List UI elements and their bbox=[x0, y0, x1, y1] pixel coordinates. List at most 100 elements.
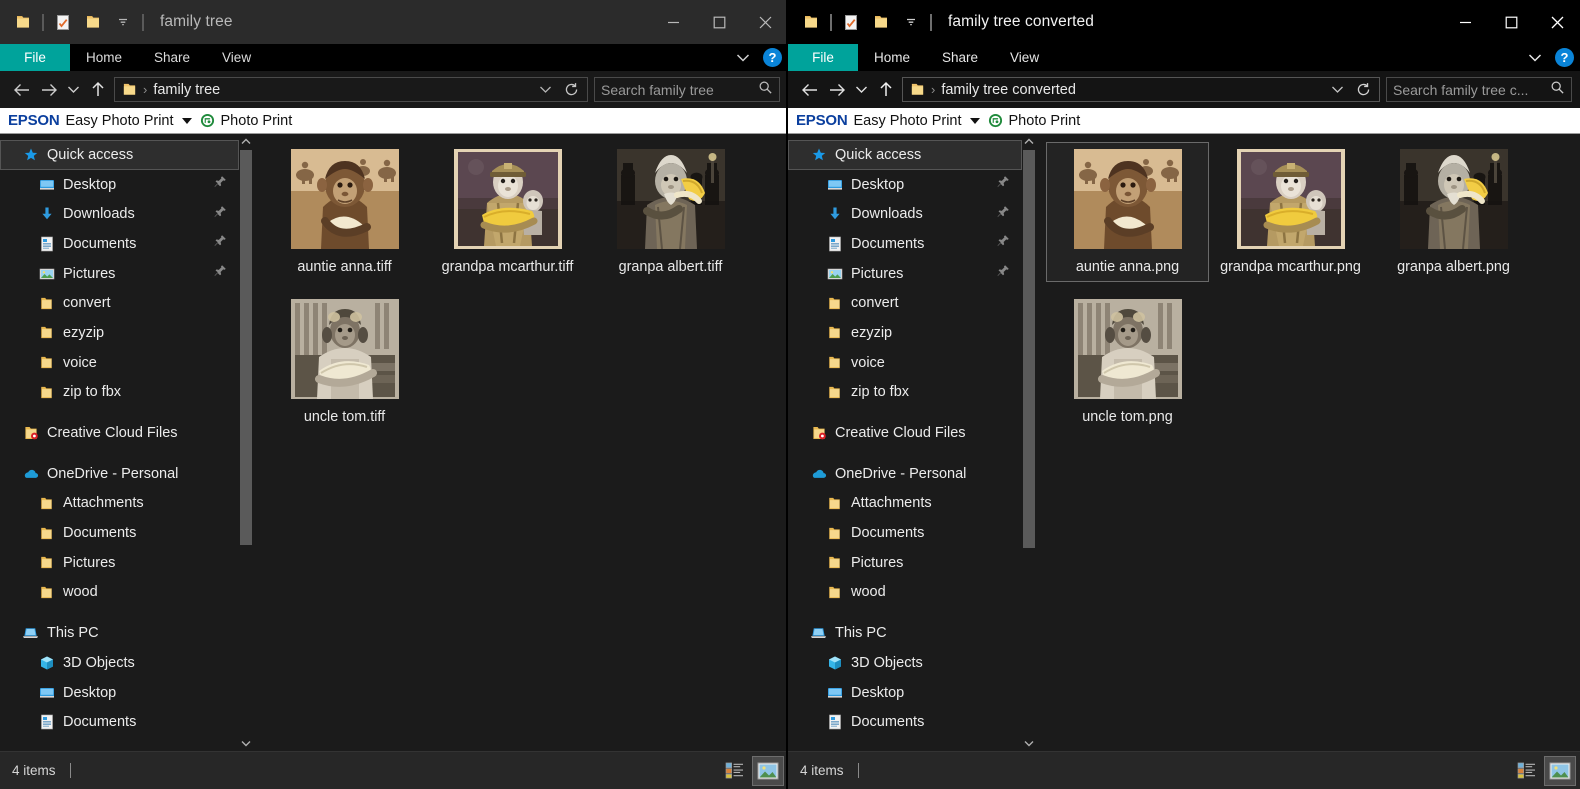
properties-icon[interactable] bbox=[48, 7, 78, 37]
sidebar-item-zip-to-fbx[interactable]: zip to fbx bbox=[788, 378, 1022, 408]
sidebar-item-attachments[interactable]: Attachments bbox=[0, 489, 239, 519]
pin-icon[interactable] bbox=[996, 264, 1010, 283]
large-icons-view-icon[interactable] bbox=[1544, 755, 1576, 786]
refresh-icon[interactable] bbox=[559, 78, 583, 102]
quick-access-toolbar[interactable] bbox=[0, 0, 148, 44]
sidebar-scrollbar[interactable] bbox=[239, 134, 253, 751]
ribbon-tabs[interactable]: File Home Share View ? bbox=[788, 44, 1580, 71]
tab-share[interactable]: Share bbox=[926, 44, 994, 71]
pin-icon[interactable] bbox=[213, 175, 227, 194]
sidebar-item-pc-desktop[interactable]: Desktop bbox=[788, 678, 1022, 708]
file-item[interactable]: uncle tom.png bbox=[1046, 292, 1209, 432]
large-icons-view-icon[interactable] bbox=[752, 755, 784, 786]
sidebar-item-creative-cloud-files[interactable]: Creative Cloud Files bbox=[788, 418, 1022, 448]
titlebar[interactable]: family tree converted bbox=[788, 0, 1580, 44]
sidebar-item-downloads[interactable]: Downloads bbox=[0, 199, 239, 229]
tab-file[interactable]: File bbox=[0, 44, 70, 71]
window-controls[interactable] bbox=[1442, 0, 1580, 44]
sidebar-item-onedrive-personal[interactable]: OneDrive - Personal bbox=[0, 459, 239, 489]
sidebar-item-zip-to-fbx[interactable]: zip to fbx bbox=[0, 378, 239, 408]
file-item[interactable]: granpa albert.png bbox=[1372, 142, 1535, 282]
recent-locations-chevron-down-icon[interactable] bbox=[850, 76, 872, 103]
sidebar-item-quick-access[interactable]: Quick access bbox=[788, 140, 1022, 170]
up-arrow-icon[interactable] bbox=[872, 76, 899, 103]
forward-arrow-icon[interactable] bbox=[823, 76, 850, 103]
pin-icon[interactable] bbox=[996, 175, 1010, 194]
tab-share[interactable]: Share bbox=[138, 44, 206, 71]
caret-down-icon[interactable] bbox=[969, 117, 980, 124]
sidebar-tree[interactable]: Quick access Desktop Downloads Documents… bbox=[0, 134, 239, 751]
scroll-down-chevron-down-icon[interactable] bbox=[1022, 736, 1036, 751]
help-button[interactable]: ? bbox=[1555, 48, 1574, 67]
navigation-sidebar[interactable]: Quick access Desktop Downloads Documents… bbox=[788, 134, 1036, 751]
sidebar-item-3d-objects[interactable]: 3D Objects bbox=[788, 648, 1022, 678]
address-dropdown-chevron-down-icon[interactable] bbox=[1325, 78, 1349, 102]
sidebar-tree[interactable]: Quick access Desktop Downloads Documents… bbox=[788, 134, 1022, 751]
back-arrow-icon[interactable] bbox=[8, 76, 35, 103]
minimize-icon[interactable] bbox=[1442, 0, 1488, 44]
file-item[interactable]: grandpa mcarthur.tiff bbox=[426, 142, 589, 282]
sidebar-item-pictures[interactable]: Pictures bbox=[788, 259, 1022, 289]
epson-photo-print-action[interactable]: Photo Print bbox=[1009, 113, 1081, 129]
back-arrow-icon[interactable] bbox=[796, 76, 823, 103]
pin-icon[interactable] bbox=[213, 234, 227, 253]
sidebar-item-pictures[interactable]: Pictures bbox=[0, 259, 239, 289]
epson-easy-photo-print-toolbar[interactable]: EPSON Easy Photo Print Photo Print bbox=[788, 108, 1580, 134]
sidebar-item-pc-documents[interactable]: Documents bbox=[788, 707, 1022, 737]
file-item[interactable]: auntie anna.png bbox=[1046, 142, 1209, 283]
sidebar-item-onedrive-pictures[interactable]: Pictures bbox=[788, 548, 1022, 578]
pin-icon[interactable] bbox=[996, 205, 1010, 224]
tab-home[interactable]: Home bbox=[858, 44, 926, 71]
tab-file[interactable]: File bbox=[788, 44, 858, 71]
sidebar-item-pc-documents[interactable]: Documents bbox=[0, 707, 239, 737]
file-item[interactable]: granpa albert.tiff bbox=[589, 142, 752, 282]
epson-photo-print-action[interactable]: Photo Print bbox=[221, 113, 293, 129]
ribbon-collapse-chevron-down-icon[interactable] bbox=[1523, 46, 1547, 70]
sidebar-item-quick-access[interactable]: Quick access bbox=[0, 140, 239, 170]
file-item[interactable]: auntie anna.tiff bbox=[263, 142, 426, 282]
close-icon[interactable] bbox=[1534, 0, 1580, 44]
epson-globe-icon[interactable] bbox=[200, 113, 215, 128]
address-breadcrumb-bar[interactable]: › family tree bbox=[114, 77, 588, 102]
pin-icon[interactable] bbox=[213, 205, 227, 224]
scroll-up-chevron-up-icon[interactable] bbox=[1022, 134, 1036, 149]
sidebar-item-onedrive-documents[interactable]: Documents bbox=[0, 518, 239, 548]
sidebar-item-onedrive-personal[interactable]: OneDrive - Personal bbox=[788, 459, 1022, 489]
tab-home[interactable]: Home bbox=[70, 44, 138, 71]
new-folder-icon[interactable] bbox=[78, 7, 108, 37]
sidebar-item-wood[interactable]: wood bbox=[788, 578, 1022, 608]
quick-access-toolbar[interactable] bbox=[788, 0, 936, 44]
close-icon[interactable] bbox=[742, 0, 788, 44]
scroll-down-chevron-down-icon[interactable] bbox=[239, 736, 253, 751]
explorer-window-family-tree[interactable]: family tree File Home Share View ? › fam… bbox=[0, 0, 788, 789]
sidebar-item-attachments[interactable]: Attachments bbox=[788, 489, 1022, 519]
file-list-area[interactable]: auntie anna.png grandpa mcarthur.png gra… bbox=[1036, 134, 1580, 751]
file-list-area[interactable]: auntie anna.tiff grandpa mcarthur.tiff g… bbox=[253, 134, 788, 751]
properties-icon[interactable] bbox=[836, 7, 866, 37]
sidebar-item-ezyzip[interactable]: ezyzip bbox=[0, 318, 239, 348]
address-breadcrumb-bar[interactable]: › family tree converted bbox=[902, 77, 1380, 102]
sidebar-item-this-pc[interactable]: This PC bbox=[788, 618, 1022, 648]
scroll-up-chevron-up-icon[interactable] bbox=[239, 134, 253, 149]
sidebar-item-this-pc[interactable]: This PC bbox=[0, 618, 239, 648]
customize-chevron-icon[interactable] bbox=[896, 7, 926, 37]
customize-chevron-icon[interactable] bbox=[108, 7, 138, 37]
maximize-icon[interactable] bbox=[1488, 0, 1534, 44]
caret-down-icon[interactable] bbox=[181, 117, 192, 124]
sidebar-item-documents[interactable]: Documents bbox=[788, 229, 1022, 259]
sidebar-item-ezyzip[interactable]: ezyzip bbox=[788, 318, 1022, 348]
titlebar[interactable]: family tree bbox=[0, 0, 788, 44]
explorer-window-family-tree-converted[interactable]: family tree converted File Home Share Vi… bbox=[788, 0, 1580, 789]
folder-icon[interactable] bbox=[8, 7, 38, 37]
tab-view[interactable]: View bbox=[206, 44, 267, 71]
folder-icon[interactable] bbox=[796, 7, 826, 37]
navigation-sidebar[interactable]: Quick access Desktop Downloads Documents… bbox=[0, 134, 253, 751]
sidebar-item-downloads[interactable]: Downloads bbox=[788, 199, 1022, 229]
up-arrow-icon[interactable] bbox=[84, 76, 111, 103]
recent-locations-chevron-down-icon[interactable] bbox=[62, 76, 84, 103]
tab-view[interactable]: View bbox=[994, 44, 1055, 71]
address-bar-row[interactable]: › family tree converted Search family tr… bbox=[788, 71, 1580, 108]
sidebar-item-convert[interactable]: convert bbox=[788, 288, 1022, 318]
sidebar-item-wood[interactable]: wood bbox=[0, 578, 239, 608]
details-view-icon[interactable] bbox=[718, 756, 750, 786]
